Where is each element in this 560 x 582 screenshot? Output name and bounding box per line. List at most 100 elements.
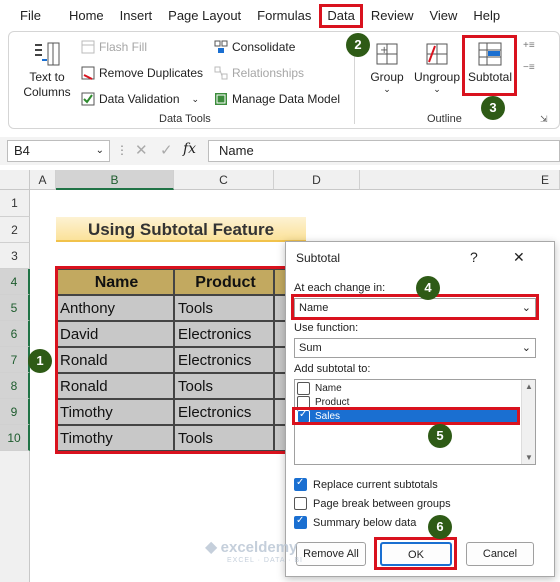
- group-icon: +: [376, 43, 398, 65]
- remove-duplicates-button[interactable]: Remove Duplicates: [81, 66, 203, 80]
- tab-formulas[interactable]: Formulas: [249, 4, 319, 28]
- checkbox-name[interactable]: [297, 382, 310, 395]
- at-each-change-highlight: [291, 294, 539, 320]
- checkbox-summary-below[interactable]: ✓: [294, 515, 307, 529]
- list-item[interactable]: Name: [297, 382, 519, 396]
- group-button[interactable]: + Group ⌄: [369, 40, 405, 94]
- watermark-logo-icon: ◆: [205, 539, 218, 556]
- column-header-b[interactable]: B: [56, 170, 174, 190]
- help-icon[interactable]: ?: [470, 249, 478, 265]
- data-validation-button[interactable]: Data Validation ⌄: [81, 92, 199, 106]
- row-header-column: [0, 451, 30, 582]
- outline-group-label: Outline: [427, 113, 462, 125]
- exceldemy-watermark: ◆ exceldemy EXCEL · DATA · BI: [205, 537, 303, 564]
- close-icon[interactable]: ✕: [513, 249, 525, 266]
- tab-data[interactable]: Data: [319, 3, 363, 28]
- formula-bar: B4 ⌄ ⋮ ✕ ✓ fx Name: [0, 137, 560, 165]
- step-badge: 1: [28, 349, 52, 373]
- at-each-change-label: At each change in:: [294, 282, 386, 294]
- checkmark-icon: ✓: [296, 515, 305, 526]
- row-header-9[interactable]: 9: [0, 399, 30, 425]
- replace-current-option[interactable]: ✓ Replace current subtotals: [294, 477, 544, 493]
- row-header-7[interactable]: 7: [0, 347, 30, 373]
- text-to-columns-label: Text to Columns: [23, 70, 71, 99]
- use-function-select[interactable]: Sum ⌄: [294, 338, 536, 358]
- data-validation-label: Data Validation: [99, 92, 180, 106]
- row-header-4[interactable]: 4: [0, 269, 30, 295]
- chevron-down-icon[interactable]: ⌄: [192, 94, 200, 105]
- ok-button-highlight: [374, 537, 457, 570]
- field-label: Name: [315, 383, 342, 394]
- scroll-down-icon[interactable]: ▼: [525, 453, 533, 462]
- remove-all-button[interactable]: Remove All: [296, 542, 366, 566]
- dialog-launcher-icon[interactable]: ⇲: [540, 114, 548, 125]
- menu-bar: File Home Insert Page Layout Formulas Da…: [0, 0, 560, 31]
- enter-formula-icon[interactable]: ✓: [160, 141, 173, 159]
- column-header-a[interactable]: A: [30, 170, 56, 190]
- column-header-d[interactable]: D: [274, 170, 360, 190]
- checkbox-replace-current[interactable]: ✓: [294, 477, 307, 491]
- row-header-5[interactable]: 5: [0, 295, 30, 321]
- sheet-title[interactable]: Using Subtotal Feature: [56, 217, 306, 242]
- page-break-option[interactable]: Page break between groups: [294, 497, 544, 512]
- ungroup-button[interactable]: Ungroup ⌄: [414, 40, 460, 94]
- row-header-3[interactable]: 3: [0, 243, 30, 269]
- watermark-tagline: EXCEL · DATA · BI: [227, 557, 303, 564]
- formula-input[interactable]: Name: [208, 140, 560, 162]
- summary-below-option[interactable]: ✓ Summary below data: [294, 515, 544, 531]
- tab-file[interactable]: File: [0, 4, 49, 28]
- select-all-corner[interactable]: [0, 170, 30, 190]
- scrollbar[interactable]: ▲ ▼: [521, 380, 535, 464]
- subtotal-highlight: [462, 35, 517, 96]
- manage-data-model-label: Manage Data Model: [232, 92, 341, 106]
- hide-detail-icon[interactable]: −≡: [523, 62, 537, 76]
- step-badge: 2: [346, 33, 370, 57]
- row-header-8[interactable]: 8: [0, 373, 30, 399]
- tab-page-layout[interactable]: Page Layout: [160, 4, 249, 28]
- column-header-e[interactable]: E: [360, 170, 560, 190]
- formula-content: Name: [219, 143, 254, 158]
- group-label: Group: [370, 70, 404, 84]
- row-header-10[interactable]: 10: [0, 425, 30, 451]
- name-box[interactable]: B4 ⌄: [7, 140, 110, 162]
- add-subtotal-label: Add subtotal to:: [294, 363, 371, 375]
- chevron-down-icon[interactable]: ⌄: [96, 141, 104, 161]
- flash-fill-icon: [81, 40, 95, 54]
- row-header-6[interactable]: 6: [0, 321, 30, 347]
- checkbox-page-break[interactable]: [294, 497, 307, 510]
- text-to-columns-button[interactable]: Text to Columns: [21, 40, 73, 100]
- tab-view[interactable]: View: [421, 4, 465, 28]
- data-range-highlight: [55, 266, 289, 454]
- consolidate-button[interactable]: Consolidate: [214, 40, 295, 54]
- step-badge: 3: [481, 96, 505, 120]
- consolidate-icon: [214, 40, 228, 54]
- replace-current-label: Replace current subtotals: [313, 479, 438, 491]
- tab-review[interactable]: Review: [363, 4, 422, 28]
- ungroup-icon: [426, 43, 448, 65]
- flash-fill-button[interactable]: Flash Fill: [81, 40, 147, 54]
- row-header-2[interactable]: 2: [0, 217, 30, 243]
- chevron-down-icon: ⌄: [521, 342, 531, 354]
- scroll-up-icon[interactable]: ▲: [525, 382, 533, 391]
- row-header-1[interactable]: 1: [0, 190, 30, 217]
- tab-home[interactable]: Home: [49, 4, 112, 28]
- relationships-button[interactable]: Relationships: [214, 66, 304, 80]
- cancel-formula-icon[interactable]: ✕: [135, 141, 148, 159]
- consolidate-label: Consolidate: [232, 40, 296, 54]
- data-tools-group-label: Data Tools: [159, 113, 211, 125]
- tab-insert[interactable]: Insert: [112, 4, 161, 28]
- page-break-label: Page break between groups: [313, 498, 451, 510]
- chevron-down-icon: ⌄: [383, 84, 391, 94]
- summary-below-label: Summary below data: [313, 517, 417, 529]
- tab-help[interactable]: Help: [465, 4, 508, 28]
- name-box-value: B4: [14, 143, 30, 158]
- ungroup-label: Ungroup: [413, 70, 461, 84]
- use-function-label: Use function:: [294, 322, 359, 334]
- cancel-button[interactable]: Cancel: [466, 542, 534, 566]
- chevron-down-icon: ⌄: [433, 84, 441, 94]
- show-detail-icon[interactable]: +≡: [523, 40, 537, 54]
- insert-function-icon[interactable]: fx: [183, 141, 196, 157]
- column-header-c[interactable]: C: [174, 170, 274, 190]
- relationships-icon: [214, 66, 228, 80]
- manage-data-model-button[interactable]: Manage Data Model: [214, 92, 340, 106]
